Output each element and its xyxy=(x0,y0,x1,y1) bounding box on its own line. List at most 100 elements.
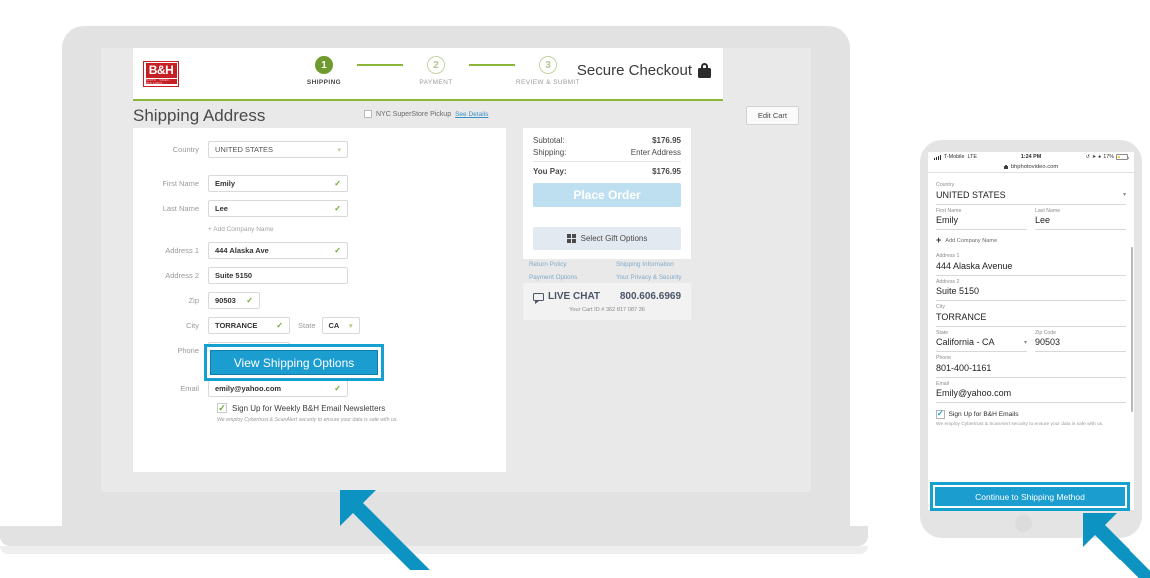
mobile-country-label: Country xyxy=(936,182,955,188)
order-summary-card: Subtotal: $176.95 Shipping: Enter Addres… xyxy=(523,128,691,218)
link-privacy-security[interactable]: Your Privacy & Security xyxy=(616,274,697,281)
security-legal-text: We employ Cybertrust & ScanAlert securit… xyxy=(217,417,398,423)
bh-logo[interactable]: B&H PHOTO · VIDEO · PRO AUDIO xyxy=(143,60,179,87)
state-value: CA xyxy=(328,321,340,330)
field-row-country: Country UNITED STATES ▾ xyxy=(133,141,506,158)
mobile-field-last-name[interactable]: Last Name Lee xyxy=(1035,205,1126,230)
mobile-field-name-row: First Name Emily Last Name Lee xyxy=(936,205,1126,230)
zip-input[interactable]: 90503 ✓ xyxy=(208,292,260,309)
edit-cart-button[interactable]: Edit Cart xyxy=(745,106,799,125)
field-row-email: Email emily@yahoo.com ✓ xyxy=(133,380,506,397)
mobile-field-city[interactable]: City TORRANCE xyxy=(936,301,1126,327)
support-phone-number[interactable]: 800.606.6969 xyxy=(620,291,681,302)
last-name-input[interactable]: Lee ✓ xyxy=(208,200,348,217)
site-header: B&H PHOTO · VIDEO · PRO AUDIO 1 SHIPPING… xyxy=(133,48,723,101)
address2-label: Address 2 xyxy=(165,271,199,280)
footer-links: Return Policy Shipping Information Payme… xyxy=(529,261,697,281)
email-input[interactable]: emily@yahoo.com ✓ xyxy=(208,380,348,397)
see-details-link[interactable]: See Details xyxy=(455,111,488,118)
field-row-zip: Zip 90503 ✓ xyxy=(133,292,506,309)
superstore-pickup-option[interactable]: NYC SuperStore Pickup See Details xyxy=(364,110,488,118)
chevron-down-icon: ▾ xyxy=(349,322,353,330)
gift-options-label: Select Gift Options xyxy=(580,234,648,243)
rotation-lock-icon: ↺ xyxy=(1085,154,1090,160)
stepper-step-review[interactable]: 3 REVIEW & SUBMIT xyxy=(515,56,581,86)
checkout-stepper: 1 SHIPPING 2 PAYMENT 3 REVIEW & SUBMIT xyxy=(291,56,581,86)
mobile-field-first-name[interactable]: First Name Emily xyxy=(936,205,1027,230)
step-label-shipping: SHIPPING xyxy=(306,79,342,86)
field-row-last-name: Last Name Lee ✓ xyxy=(133,200,506,217)
address2-value: Suite 5150 xyxy=(215,271,253,280)
mobile-phone-value: 801-400-1161 xyxy=(936,362,992,373)
add-company-name-link[interactable]: + Add Company Name xyxy=(208,226,274,233)
mobile-newsletter-checkbox[interactable]: ✓ xyxy=(936,410,945,419)
stepper-connector-1 xyxy=(357,64,403,66)
mobile-field-address2[interactable]: Address 2 Suite 5150 xyxy=(936,276,1126,301)
status-time: 1:24 PM xyxy=(1020,154,1042,160)
stepper-connector-2 xyxy=(469,64,515,66)
mobile-field-zip[interactable]: Zip Code 90503 xyxy=(1035,327,1126,352)
battery-icon xyxy=(1116,154,1129,160)
plus-icon: + xyxy=(936,235,942,245)
chevron-down-icon: ▾ xyxy=(337,146,341,154)
first-name-input[interactable]: Emily ✓ xyxy=(208,175,348,192)
mobile-last-name-value: Lee xyxy=(1035,215,1051,225)
link-shipping-information[interactable]: Shipping Information xyxy=(616,261,697,268)
place-order-button[interactable]: Place Order xyxy=(533,183,681,207)
newsletter-checkbox[interactable]: ✓ xyxy=(217,403,227,413)
mobile-field-email[interactable]: Email Emily@yahoo.com xyxy=(936,378,1126,403)
city-label: City xyxy=(186,321,199,330)
mobile-zip-label: Zip Code xyxy=(1035,329,1057,336)
mobile-field-country[interactable]: Country UNITED STATES ▾ xyxy=(936,179,1126,205)
last-name-label: Last Name xyxy=(162,204,199,213)
desktop-cta-pointer-arrow xyxy=(340,490,430,570)
phone-home-button[interactable] xyxy=(1015,515,1032,532)
mobile-city-value: TORRANCE xyxy=(936,311,987,322)
mobile-first-name-value: Emily xyxy=(936,215,958,225)
stepper-step-shipping[interactable]: 1 SHIPPING xyxy=(291,56,357,86)
address2-input[interactable]: Suite 5150 xyxy=(208,267,348,284)
live-chat-button[interactable]: LIVE CHAT xyxy=(533,291,600,304)
mobile-city-label: City xyxy=(936,304,945,310)
country-select[interactable]: UNITED STATES ▾ xyxy=(208,141,348,158)
mobile-state-value: California - CA xyxy=(936,337,995,347)
chat-bubble-icon xyxy=(533,292,544,304)
stepper-step-payment[interactable]: 2 PAYMENT xyxy=(403,56,469,86)
view-shipping-options-button[interactable]: View Shipping Options xyxy=(210,350,378,375)
zip-label: Zip xyxy=(188,296,199,305)
email-label: Email xyxy=(180,384,199,393)
mobile-add-company-link[interactable]: + Add Company Name xyxy=(936,230,1126,250)
step-number-2: 2 xyxy=(427,56,445,74)
mobile-email-label: Email xyxy=(936,380,949,387)
mobile-newsletter-row[interactable]: ✓ Sign Up for B&H Emails xyxy=(936,410,1126,419)
address1-input[interactable]: 444 Alaska Ave ✓ xyxy=(208,242,348,259)
valid-check-icon: ✓ xyxy=(276,321,283,330)
newsletter-label: Sign Up for Weekly B&H Email Newsletters xyxy=(232,403,386,413)
signal-strength-icon xyxy=(934,154,941,160)
first-name-value: Emily xyxy=(215,179,236,188)
link-payment-options[interactable]: Payment Options xyxy=(529,274,610,281)
shipping-value: Enter Address xyxy=(630,148,681,157)
mobile-scrollbar[interactable] xyxy=(1130,247,1133,412)
newsletter-signup-row[interactable]: ✓ Sign Up for Weekly B&H Email Newslette… xyxy=(217,403,506,413)
mobile-field-address1[interactable]: Address 1 444 Alaska Avenue xyxy=(936,250,1126,276)
address1-value: 444 Alaska Ave xyxy=(215,246,269,255)
select-gift-options-button[interactable]: Select Gift Options xyxy=(533,227,681,250)
city-input[interactable]: TORRANCE ✓ xyxy=(208,317,290,334)
email-value: emily@yahoo.com xyxy=(215,384,282,393)
mobile-field-phone[interactable]: Phone 801-400-1161 xyxy=(936,352,1126,378)
link-return-policy[interactable]: Return Policy xyxy=(529,261,610,268)
lock-icon xyxy=(698,63,711,78)
mobile-url-bar[interactable]: bhphotovideo.com xyxy=(928,162,1134,173)
phone-label: Phone xyxy=(177,346,199,355)
step-number-1: 1 xyxy=(315,56,333,74)
status-right-cluster: ↺ ➤ ● 17% xyxy=(1085,154,1129,160)
pickup-checkbox[interactable] xyxy=(364,110,372,118)
mobile-state-label: State xyxy=(936,329,949,336)
mobile-field-state[interactable]: State California - CA ▾ xyxy=(936,327,1027,352)
bh-logo-wordmark: B&H xyxy=(145,63,177,78)
continue-to-shipping-method-button[interactable]: Continue to Shipping Method xyxy=(935,487,1125,506)
field-row-first-name: First Name Emily ✓ xyxy=(133,175,506,192)
gift-options-card: Select Gift Options xyxy=(523,218,691,259)
state-select[interactable]: CA ▾ xyxy=(321,317,360,334)
